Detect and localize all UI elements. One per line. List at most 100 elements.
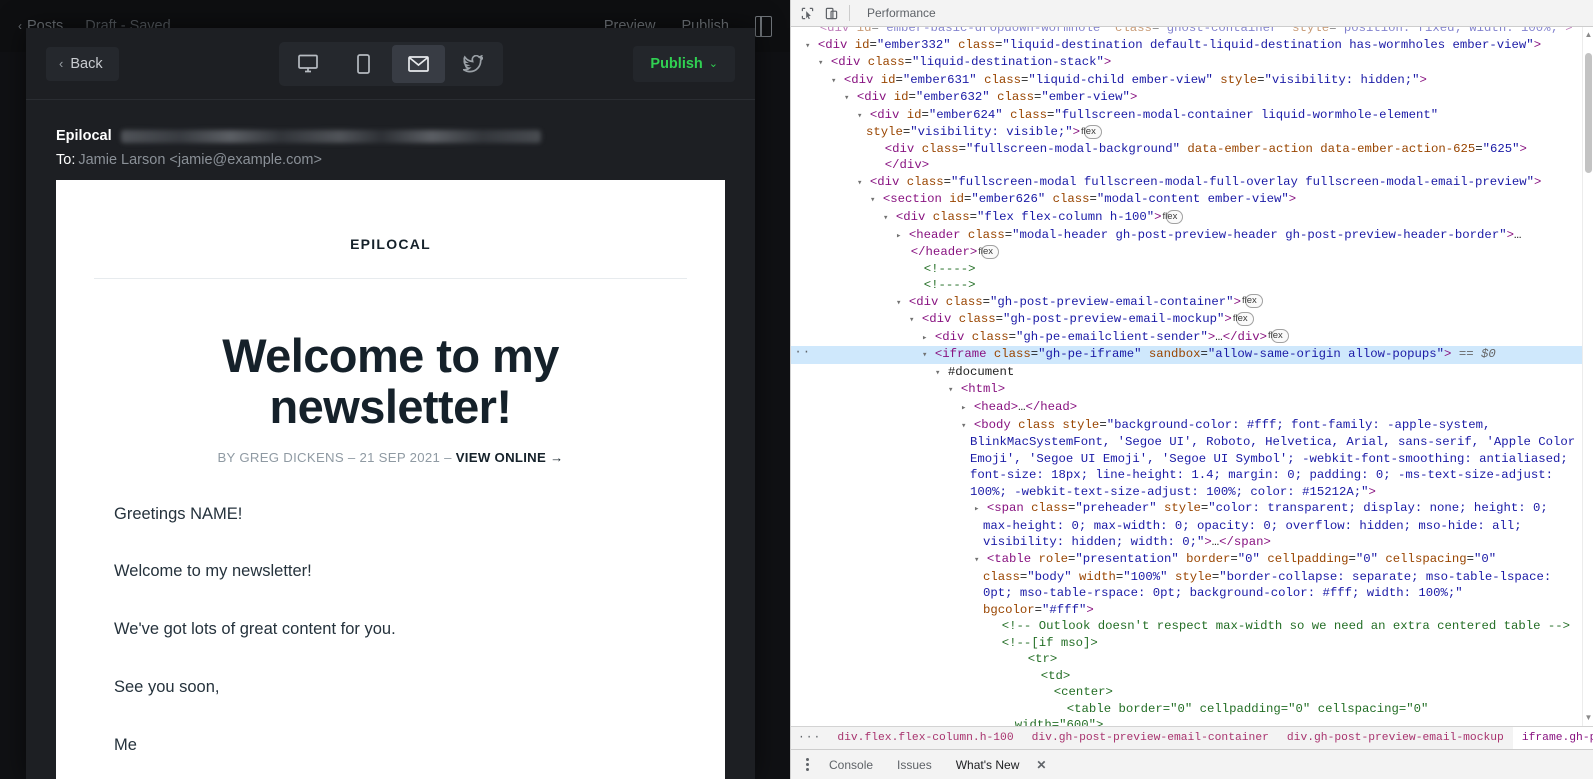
dom-node[interactable]: ▾ <div id="ember631" class="liquid-child… [791, 72, 1582, 90]
dom-node[interactable]: ▾ <!-- Outlook doesn't respect max-width… [791, 618, 1582, 635]
ghost-admin-pane: ‹ Posts Draft - Saved Preview Publish ‹ … [0, 0, 790, 779]
email-iframe-content: EPILOCAL Welcome to my newsletter! BY GR… [56, 180, 725, 779]
post-paragraph: See you soon, [114, 678, 220, 697]
dom-node[interactable]: ▾ <section id="ember626" class="modal-co… [791, 191, 1582, 209]
devtools-drawer: Console Issues What's New ✕ [791, 749, 1593, 779]
expand-triangle-icon: ▾ [805, 40, 811, 51]
dom-breadcrumb: ··· div.flex.flex-column.h-100 div.gh-post… [791, 726, 1593, 749]
view-online-link[interactable]: VIEW ONLINE → [456, 450, 564, 465]
back-button[interactable]: ‹ Back [46, 46, 119, 81]
post-paragraph: Greetings NAME! [114, 504, 243, 523]
elements-tree-panel: ▾ <div id="ember-basic-dropdown-wormhole… [791, 27, 1593, 726]
post-paragraph: We've got lots of great content for you. [114, 620, 396, 639]
drawer-tab-console[interactable]: Console [817, 758, 885, 772]
drawer-tab-list: Console Issues What's New ✕ [817, 756, 1046, 774]
device-toolbar-icon[interactable] [819, 2, 843, 24]
dom-node[interactable]: ▾ <tr> [791, 651, 1582, 668]
publish-button[interactable]: Publish ⌄ [633, 45, 735, 82]
chevron-left-icon: ‹ [59, 56, 64, 71]
expand-triangle-icon: ▾ [974, 554, 980, 565]
screen: ‹ Posts Draft - Saved Preview Publish ‹ … [0, 0, 1593, 779]
dom-tree[interactable]: ▾ <div id="ember-basic-dropdown-wormhole… [791, 27, 1582, 726]
chevron-left-icon: ‹ [18, 19, 22, 33]
breadcrumb-item[interactable]: iframe.gh-pe-iframe [1512, 727, 1593, 749]
dom-node[interactable]: ▾ <html> [791, 381, 1582, 399]
dom-node[interactable]: ▾ <!--[if mso]> [791, 635, 1582, 652]
collapse-triangle-icon: ▸ [896, 230, 902, 241]
toolbar-divider [849, 5, 850, 21]
dom-node[interactable]: ▾ <div id="ember624" class="fullscreen-m… [791, 107, 1582, 141]
sidebar-toggle-icon[interactable] [755, 15, 772, 37]
dom-node[interactable]: ▸ <div class="gh-pe-emailclient-sender">… [791, 329, 1582, 347]
dom-node[interactable]: ▾ <div class="gh-post-preview-email-mock… [791, 311, 1582, 329]
scroll-up-arrow[interactable]: ▲ [1583, 29, 1593, 41]
recipient-address: Jamie Larson <jamie@example.com> [78, 152, 322, 168]
dom-node[interactable]: ▾ #document [791, 364, 1582, 382]
breadcrumb-overflow-left[interactable]: ··· [791, 732, 828, 744]
email-preview-button[interactable] [391, 44, 445, 83]
sender-name: Epilocal [56, 128, 112, 144]
inspect-element-icon[interactable] [795, 2, 819, 24]
expand-triangle-icon: ▾ [844, 93, 850, 104]
desktop-preview-button[interactable] [282, 45, 335, 83]
dom-node[interactable]: ▾ <div id="ember632" class="ember-view"> [791, 89, 1582, 107]
modal-header: ‹ Back Publish ⌄ [26, 28, 755, 100]
dom-tree-scrollbar[interactable]: ▲ ▼ [1582, 27, 1593, 726]
byline-author-date: BY GREG DICKENS – 21 SEP 2021 – [217, 449, 456, 465]
dom-node[interactable]: ▾ <center> [791, 684, 1582, 701]
scroll-down-arrow[interactable]: ▼ [1583, 712, 1593, 724]
email-preview-container: Epilocal To: Jamie Larson <jamie@example.… [26, 100, 755, 779]
collapse-triangle-icon: ▸ [974, 504, 980, 515]
envelope-icon [407, 55, 429, 72]
dom-node[interactable]: ▾ <div class="fullscreen-modal-backgroun… [791, 141, 1582, 158]
breadcrumb-item[interactable]: div.gh-post-preview-email-container [1023, 727, 1278, 749]
collapse-triangle-icon: ▸ [961, 403, 967, 414]
dom-node[interactable]: ▸ <span class="preheader" style="color: … [791, 500, 1582, 551]
dom-node[interactable]: ▸ <header class="modal-header gh-post-pr… [791, 227, 1582, 245]
devtools-tab-performance[interactable]: Performance [856, 0, 947, 26]
expand-triangle-icon: ▾ [831, 75, 837, 86]
dom-node[interactable]: ▾ width="600"> [791, 717, 1582, 726]
dom-node[interactable]: ▾ <div class="gh-post-preview-email-cont… [791, 294, 1582, 312]
mobile-preview-button[interactable] [337, 45, 390, 83]
expand-triangle-icon: ▾ [922, 350, 928, 361]
mobile-icon [356, 53, 370, 74]
drawer-tab-what-s-new[interactable]: What's New [944, 758, 1032, 772]
expand-triangle-icon: ▾ [961, 420, 967, 431]
dom-node[interactable]: ▾ <td> [791, 668, 1582, 685]
dom-node[interactable]: ▾ </div> [791, 157, 1582, 174]
post-paragraph: Me [114, 736, 137, 755]
dom-node[interactable]: ▾ <div id="ember-basic-dropdown-wormhole… [791, 27, 1582, 37]
dom-node[interactable]: ▾ <div class="flex flex-column h-100">fl… [791, 209, 1582, 227]
dom-node[interactable]: ▾ <table border="0" cellpadding="0" cell… [791, 701, 1582, 718]
expand-triangle-icon: ▾ [935, 367, 941, 378]
collapse-triangle-icon: ▸ [922, 332, 928, 343]
dom-node[interactable]: ▾ <div class="liquid-destination-stack"> [791, 54, 1582, 72]
expand-triangle-icon: ▾ [857, 177, 863, 188]
dom-node[interactable]: ▾ <body class style="background-color: #… [791, 417, 1582, 501]
scrollbar-thumb[interactable] [1585, 53, 1592, 173]
dom-node[interactable]: ▾ <div class="fullscreen-modal fullscree… [791, 174, 1582, 192]
dom-node[interactable]: ▾ <!----> [791, 277, 1582, 294]
drawer-close-icon[interactable]: ✕ [1036, 758, 1046, 772]
breadcrumb-item[interactable]: div.gh-post-preview-email-mockup [1278, 727, 1513, 749]
desktop-icon [298, 54, 318, 73]
post-paragraph: Welcome to my newsletter! [114, 562, 312, 581]
twitter-icon [463, 54, 483, 72]
dom-node-selected[interactable]: ▾ <iframe class="gh-pe-iframe" sandbox="… [791, 344, 1582, 364]
devtools-tabbar: ElementsConsoleSourcesNetworkPerformance… [791, 0, 1593, 27]
breadcrumb-item[interactable]: div.flex.flex-column.h-100 [828, 727, 1022, 749]
devtools-tab-list: ElementsConsoleSourcesNetworkPerformance… [856, 0, 947, 26]
expand-triangle-icon: ▾ [896, 297, 902, 308]
dom-node[interactable]: ▾ <!----> [791, 261, 1582, 278]
chevron-down-icon: ⌄ [708, 58, 718, 70]
dom-node[interactable]: ▾ </header>flex [791, 244, 1582, 261]
twitter-preview-button[interactable] [447, 45, 500, 83]
expand-triangle-icon: ▾ [909, 315, 915, 326]
more-options-icon[interactable] [797, 758, 817, 771]
dom-node[interactable]: ▾ <div id="ember332" class="liquid-desti… [791, 37, 1582, 55]
dom-node[interactable]: ▾ <table role="presentation" border="0" … [791, 551, 1582, 618]
devtools-panel: ElementsConsoleSourcesNetworkPerformance… [790, 0, 1593, 779]
drawer-tab-issues[interactable]: Issues [885, 758, 944, 772]
dom-node[interactable]: ▸ <head>…</head> [791, 399, 1582, 417]
